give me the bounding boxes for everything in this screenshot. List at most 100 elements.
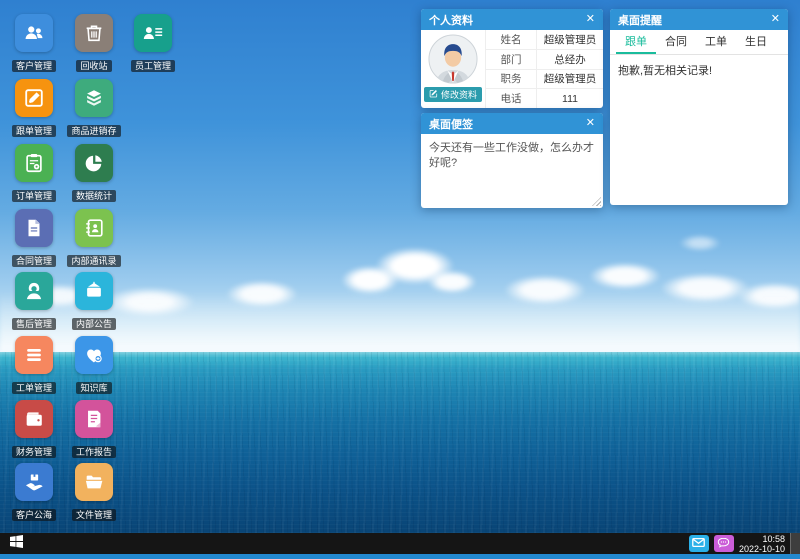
shortcut-label: 订单管理 <box>12 190 56 202</box>
shortcut-label: 知识库 <box>76 382 111 394</box>
shortcut-label: 财务管理 <box>12 446 56 458</box>
after-sales-icon <box>15 272 53 310</box>
statistics-icon <box>75 144 113 182</box>
announcement-icon <box>75 272 113 310</box>
note-panel-title: 桌面便签 <box>429 116 586 132</box>
clock-date: 2022-10-10 <box>739 544 785 554</box>
profile-panel-title: 个人资料 <box>429 12 586 28</box>
taskbar: 10:58 2022-10-10 <box>0 533 800 554</box>
work-order-icon <box>15 336 53 374</box>
note-panel: 桌面便签 ✕ 今天还有一些工作没做，怎么办才好呢? <box>421 113 603 208</box>
inventory-icon <box>75 79 113 117</box>
tab-contract[interactable]: 合同 <box>656 30 696 54</box>
chat-icon <box>717 535 730 553</box>
profile-panel-body: 修改资料 姓名 超级管理员 部门 总经办 职务 超级管理员 电话 1 <box>421 30 603 108</box>
tab-birthday[interactable]: 生日 <box>736 30 776 54</box>
note-content[interactable]: 今天还有一些工作没做，怎么办才好呢? <box>421 134 603 178</box>
shortcut-label: 工作报告 <box>72 446 116 458</box>
taskbar-clock: 10:58 2022-10-10 <box>739 534 785 554</box>
desktop-shortcut-follow-up[interactable]: 跟单管理 <box>6 79 62 139</box>
shortcut-label: 客户公海 <box>12 509 56 521</box>
employee-icon <box>134 14 172 52</box>
desktop-shortcut-orders[interactable]: 订单管理 <box>6 144 62 204</box>
desktop: 客户管理 回收站 员工管理 跟单管理 商品进销存 <box>0 0 800 559</box>
edit-profile-label: 修改资料 <box>441 88 477 102</box>
table-row: 电话 111 <box>486 89 603 108</box>
close-icon[interactable]: ✕ <box>586 118 595 129</box>
profile-panel: 个人资料 ✕ <box>421 9 603 108</box>
shortcut-label: 工单管理 <box>12 382 56 394</box>
reminder-tabs: 跟单 合同 工单 生日 <box>610 30 788 55</box>
field-value: 总经办 <box>537 50 603 69</box>
field-label: 电话 <box>486 89 537 108</box>
mail-tray-button[interactable] <box>689 535 709 552</box>
field-value: 超级管理员 <box>537 30 603 49</box>
desktop-shortcut-public-pool[interactable]: 客户公海 <box>6 463 62 523</box>
desktop-shortcut-files[interactable]: 文件管理 <box>66 463 122 523</box>
table-row: 职务 超级管理员 <box>486 70 603 90</box>
shortcut-label: 商品进销存 <box>67 125 120 137</box>
windows-logo-icon <box>10 535 23 553</box>
desktop-shortcut-finance[interactable]: 财务管理 <box>6 400 62 460</box>
edit-icon <box>429 88 438 102</box>
bottom-edge-strip <box>0 554 800 559</box>
show-desktop-button[interactable] <box>790 533 800 554</box>
tab-follow-up[interactable]: 跟单 <box>616 30 656 54</box>
resize-handle-icon[interactable] <box>592 197 601 206</box>
field-value: 111 <box>537 89 603 108</box>
close-icon[interactable]: ✕ <box>771 14 780 25</box>
tab-work-order[interactable]: 工单 <box>696 30 736 54</box>
edit-profile-button[interactable]: 修改资料 <box>424 87 482 102</box>
field-label: 部门 <box>486 50 537 69</box>
shortcut-label: 回收站 <box>76 60 111 72</box>
follow-up-icon <box>15 79 53 117</box>
shortcut-label: 内部通讯录 <box>67 255 120 267</box>
profile-panel-header[interactable]: 个人资料 ✕ <box>421 9 603 30</box>
reminder-panel: 桌面提醒 ✕ 跟单 合同 工单 生日 抱歉,暂无相关记录! <box>610 9 788 205</box>
field-label: 姓名 <box>486 30 537 49</box>
desktop-shortcut-after-sales[interactable]: 售后管理 <box>6 272 62 332</box>
shortcut-label: 客户管理 <box>12 60 56 72</box>
desktop-shortcut-announcements[interactable]: 内部公告 <box>66 272 122 332</box>
file-icon <box>75 463 113 501</box>
table-row: 姓名 超级管理员 <box>486 30 603 50</box>
customers-icon <box>15 14 53 52</box>
desktop-shortcut-recycle-bin[interactable]: 回收站 <box>66 14 122 74</box>
start-button[interactable] <box>0 533 32 554</box>
note-panel-header[interactable]: 桌面便签 ✕ <box>421 113 603 134</box>
desktop-shortcut-work-orders[interactable]: 工单管理 <box>6 336 62 396</box>
shortcut-label: 跟单管理 <box>12 125 56 137</box>
desktop-shortcut-customers[interactable]: 客户管理 <box>6 14 62 74</box>
close-icon[interactable]: ✕ <box>586 14 595 25</box>
desktop-shortcut-employees[interactable]: 员工管理 <box>125 14 181 74</box>
desktop-shortcut-inventory[interactable]: 商品进销存 <box>66 79 122 139</box>
shortcut-label: 内部公告 <box>72 318 116 330</box>
avatar <box>428 34 478 84</box>
chat-tray-button[interactable] <box>714 535 734 552</box>
reminder-panel-title: 桌面提醒 <box>618 12 771 28</box>
shortcut-label: 文件管理 <box>72 509 116 521</box>
desktop-shortcut-knowledge-base[interactable]: 知识库 <box>66 336 122 396</box>
shortcut-label: 员工管理 <box>131 60 175 72</box>
finance-icon <box>15 400 53 438</box>
reminder-empty-message: 抱歉,暂无相关记录! <box>610 55 788 85</box>
desktop-shortcut-contracts[interactable]: 合同管理 <box>6 209 62 269</box>
knowledge-base-icon <box>75 336 113 374</box>
recycle-bin-icon <box>75 14 113 52</box>
public-pool-icon <box>15 463 53 501</box>
table-row: 部门 总经办 <box>486 50 603 70</box>
profile-table: 姓名 超级管理员 部门 总经办 职务 超级管理员 电话 111 <box>485 30 603 108</box>
shortcut-label: 合同管理 <box>12 255 56 267</box>
field-value: 超级管理员 <box>537 70 603 89</box>
contacts-icon <box>75 209 113 247</box>
desktop-shortcut-statistics[interactable]: 数据统计 <box>66 144 122 204</box>
shortcut-label: 数据统计 <box>72 190 116 202</box>
report-icon <box>75 400 113 438</box>
order-icon <box>15 144 53 182</box>
reminder-panel-header[interactable]: 桌面提醒 ✕ <box>610 9 788 30</box>
desktop-shortcut-reports[interactable]: 工作报告 <box>66 400 122 460</box>
desktop-shortcut-contacts[interactable]: 内部通讯录 <box>66 209 122 269</box>
contract-icon <box>15 209 53 247</box>
clock-time: 10:58 <box>739 534 785 544</box>
mail-icon <box>692 535 705 553</box>
